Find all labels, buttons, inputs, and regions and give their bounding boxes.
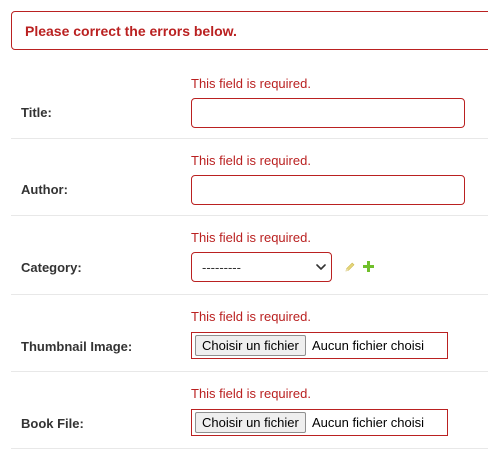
author-label: Author: <box>21 182 68 197</box>
error-note: Please correct the errors below. <box>11 11 488 50</box>
thumbnail-error: This field is required. <box>191 309 311 324</box>
form-row-title: This field is required. Title: <box>11 61 488 139</box>
title-input[interactable] <box>191 98 465 128</box>
form-row-category: This field is required. Category: ------… <box>11 215 488 295</box>
form-row-thumbnail: This field is required. Thumbnail Image:… <box>11 294 488 372</box>
book-file-status: Aucun fichier choisi <box>312 415 424 430</box>
book-file-input[interactable]: Choisir un fichier Aucun fichier choisi <box>191 409 448 436</box>
category-selected-value: --------- <box>202 260 241 275</box>
book-file-error: This field is required. <box>191 386 311 401</box>
form-row-author: This field is required. Author: <box>11 138 488 216</box>
thumbnail-file-status: Aucun fichier choisi <box>312 338 424 353</box>
category-select[interactable]: --------- <box>191 252 332 282</box>
book-file-label: Book File: <box>21 416 84 431</box>
pencil-icon[interactable] <box>344 261 356 273</box>
title-error: This field is required. <box>191 76 311 91</box>
author-error: This field is required. <box>191 153 311 168</box>
book-file-choose-file-button[interactable]: Choisir un fichier <box>195 412 306 433</box>
category-label: Category: <box>21 260 82 275</box>
title-label: Title: <box>21 105 52 120</box>
category-error: This field is required. <box>191 230 311 245</box>
form-row-book-file: This field is required. Book File: Chois… <box>11 371 488 449</box>
thumbnail-choose-file-button[interactable]: Choisir un fichier <box>195 335 306 356</box>
plus-icon[interactable] <box>363 261 374 272</box>
thumbnail-label: Thumbnail Image: <box>21 339 133 354</box>
chevron-down-icon <box>316 264 326 270</box>
thumbnail-file-input[interactable]: Choisir un fichier Aucun fichier choisi <box>191 332 448 359</box>
author-input[interactable] <box>191 175 465 205</box>
